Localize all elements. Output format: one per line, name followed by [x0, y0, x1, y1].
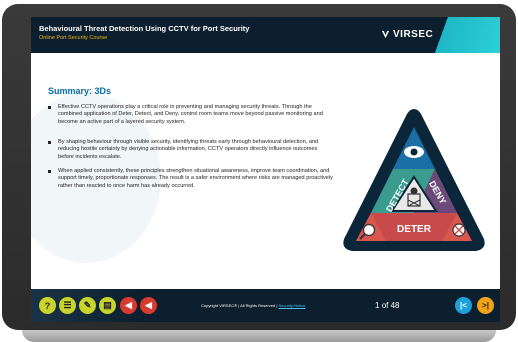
deter-label: DETER: [397, 224, 432, 235]
audio-icon: ◀: [125, 300, 132, 310]
bullet-text: Effective CCTV operations play a critica…: [58, 104, 323, 125]
skip-forward-icon: >|: [482, 301, 489, 310]
bullet-marker: [48, 106, 51, 109]
no-entry-icon: [452, 223, 466, 237]
copyright-label: Copyright VIRSEC® | All Rights Reserved …: [201, 303, 278, 308]
menu-button[interactable]: ☰: [59, 297, 76, 314]
virsec-logo: VIRSEC: [381, 29, 433, 40]
bullet-item: By shaping behaviour through visible sec…: [48, 139, 333, 161]
previous-button[interactable]: |<: [455, 297, 472, 314]
bullet-marker: [48, 170, 51, 173]
eye-icon: [404, 146, 424, 158]
bullet-marker: [48, 141, 51, 144]
course-title: Behavioural Threat Detection Using CCTV …: [39, 24, 250, 33]
slide-content: Summary: 3Ds Effective CCTV operations p…: [31, 53, 500, 289]
list-icon: ☰: [63, 300, 72, 310]
logo-text: VIRSEC: [393, 29, 434, 40]
three-ds-diagram: DETECT DENY DETER: [343, 109, 485, 251]
course-screen: Behavioural Threat Detection Using CCTV …: [31, 17, 500, 322]
logo-mark-icon: [381, 30, 390, 39]
bullet-text: When applied consistently, these princip…: [58, 168, 333, 189]
audio-button[interactable]: ◀: [120, 297, 137, 314]
bullet-item: When applied consistently, these princip…: [48, 168, 333, 190]
course-header: Behavioural Threat Detection Using CCTV …: [31, 17, 500, 53]
skip-back-icon: |<: [460, 301, 467, 310]
copyright-text: Copyright VIRSEC® | All Rights Reserved …: [201, 303, 305, 308]
laptop-base: [22, 330, 496, 342]
pencil-icon: ✎: [83, 300, 92, 310]
page-total: 48: [390, 301, 400, 310]
mute-icon: ◀: [145, 300, 152, 310]
page-counter: 1 of 48: [375, 301, 400, 310]
security-notice-link[interactable]: Security Notice: [279, 303, 306, 308]
section-title: Summary: 3Ds: [48, 86, 112, 96]
help-button[interactable]: ?: [39, 297, 56, 314]
notes-icon: ▤: [103, 300, 112, 310]
next-button[interactable]: >|: [477, 297, 494, 314]
bullet-item: Effective CCTV operations play a critica…: [48, 104, 333, 126]
help-icon: ?: [44, 300, 51, 311]
page-of: of: [381, 301, 389, 310]
page-current: 1: [375, 301, 380, 310]
mute-button[interactable]: ◀: [140, 297, 157, 314]
bullet-text: By shaping behaviour through visible sec…: [58, 139, 319, 160]
resources-button[interactable]: ▤: [99, 297, 116, 314]
notes-button[interactable]: ✎: [79, 297, 96, 314]
course-subtitle: Online Port Security Course: [39, 35, 108, 41]
course-footer: ? ☰ ✎ ▤ ◀ ◀ Copyright VIRSEC® | All Righ…: [31, 289, 500, 322]
